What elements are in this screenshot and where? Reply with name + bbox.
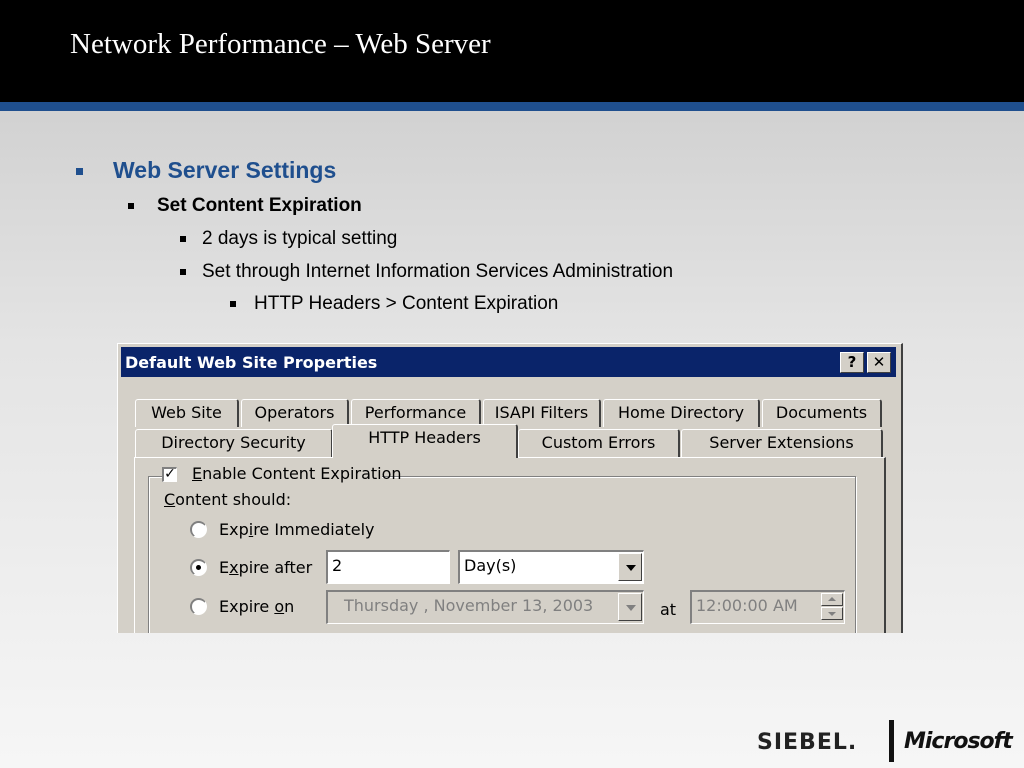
bullet-marker — [76, 168, 83, 175]
expire-after-input[interactable]: 2 — [326, 550, 450, 584]
bullet-marker — [128, 203, 134, 209]
siebel-logo: SIEBEL. — [757, 730, 858, 755]
bullet-level3: 2 days is typical setting — [180, 228, 398, 250]
expire-immediately-option[interactable]: Expire Immediately — [190, 520, 375, 539]
dialog-title-bar[interactable]: Default Web Site Properties ? ✕ — [121, 347, 896, 377]
enable-expiration-checkbox[interactable]: ✓ — [162, 467, 177, 482]
bullet-text: Set Content Expiration — [157, 195, 362, 216]
tab-documents[interactable]: Documents — [762, 399, 882, 427]
expire-on-label: Expire on — [219, 597, 295, 616]
bullet-marker — [180, 269, 186, 275]
bullet-text: HTTP Headers > Content Expiration — [254, 293, 559, 314]
bullet-level3: Set through Internet Information Service… — [180, 261, 674, 283]
bullet-level1: Web Server Settings — [76, 157, 337, 184]
expire-immediately-radio[interactable] — [190, 521, 207, 538]
tab-directory-security[interactable]: Directory Security — [135, 429, 333, 457]
accelerator-key: C — [164, 490, 176, 509]
accelerator-key: E — [192, 464, 203, 483]
help-button[interactable]: ? — [840, 352, 864, 373]
bullet-text: Set through Internet Information Service… — [202, 261, 674, 282]
spin-down-icon[interactable] — [821, 607, 843, 620]
dialog-title: Default Web Site Properties — [125, 353, 378, 372]
bullet-level4: HTTP Headers > Content Expiration — [230, 293, 559, 315]
tab-operators[interactable]: Operators — [241, 399, 349, 427]
expire-after-radio[interactable] — [190, 559, 207, 576]
tab-isapi-filters[interactable]: ISAPI Filters — [483, 399, 601, 427]
expire-time-value: 12:00:00 AM — [696, 596, 798, 615]
microsoft-logo: Microsoft — [904, 729, 1013, 754]
tab-web-site[interactable]: Web Site — [135, 399, 239, 427]
expire-on-option[interactable]: Expire on — [190, 597, 294, 616]
partner-logos: SIEBEL. Microsoft — [757, 720, 1019, 764]
radio-selected-dot — [196, 565, 201, 570]
enable-content-expiration[interactable]: ✓ Enable Content Expiration — [162, 464, 402, 483]
expire-after-option[interactable]: Expire after — [190, 558, 312, 577]
chevron-down-icon[interactable] — [618, 553, 642, 581]
bullet-marker — [230, 301, 236, 307]
tab-performance[interactable]: Performance — [351, 399, 481, 427]
expire-time-input[interactable]: 12:00:00 AM — [690, 590, 845, 624]
expire-date-picker[interactable]: Thursday , November 13, 2003 — [326, 590, 644, 624]
label-text: nable Content Expiration — [202, 464, 402, 483]
at-label: at — [660, 600, 677, 619]
bullet-text: Web Server Settings — [113, 157, 337, 183]
tab-home-directory[interactable]: Home Directory — [603, 399, 760, 427]
expire-date-value: Thursday , November 13, 2003 — [344, 596, 594, 615]
properties-dialog: Default Web Site Properties ? ✕ Web Site… — [117, 343, 903, 633]
spin-up-icon[interactable] — [821, 593, 843, 606]
bullet-level2: Set Content Expiration — [128, 195, 362, 217]
bullet-marker — [180, 236, 186, 242]
label-text: ontent should: — [175, 490, 292, 509]
expire-after-label: Expire after — [219, 558, 313, 577]
expire-unit-value: Day(s) — [464, 556, 517, 575]
content-should-label: Content should: — [164, 490, 291, 509]
expire-unit-dropdown[interactable]: Day(s) — [458, 550, 644, 584]
bullet-text: 2 days is typical setting — [202, 228, 398, 249]
expire-immediately-label: Expire Immediately — [219, 520, 375, 539]
logo-divider — [889, 720, 894, 762]
title-accent-stripe — [0, 102, 1024, 111]
tab-http-headers[interactable]: HTTP Headers — [332, 424, 518, 458]
tab-server-extensions[interactable]: Server Extensions — [681, 429, 883, 457]
tab-custom-errors[interactable]: Custom Errors — [518, 429, 680, 457]
enable-expiration-label: Enable Content Expiration — [192, 464, 402, 483]
slide-title-bar: Network Performance – Web Server — [0, 0, 1024, 102]
slide-title: Network Performance – Web Server — [70, 28, 491, 60]
expire-on-radio[interactable] — [190, 598, 207, 615]
close-button[interactable]: ✕ — [867, 352, 891, 373]
chevron-down-icon[interactable] — [618, 593, 642, 621]
